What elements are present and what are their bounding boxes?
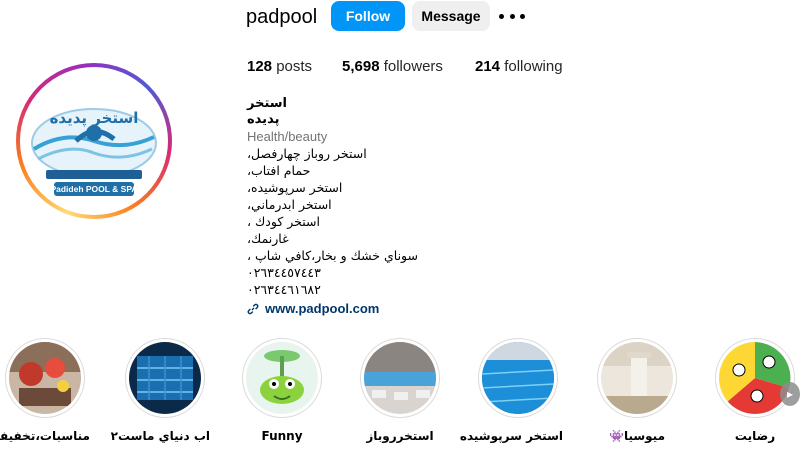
bio-phone: ٠٢٦٣٤٤٥٧٤٤٣ bbox=[247, 265, 321, 280]
bio-line: استخر كودك ، bbox=[247, 214, 320, 229]
profile-username: padpool bbox=[246, 6, 318, 28]
bio-phone: ٠٢٦٣٤٤٦١٦٨٢ bbox=[247, 282, 321, 297]
highlight-cover bbox=[9, 342, 81, 414]
highlight-item[interactable]: استخر سرپوشيده bbox=[459, 338, 563, 444]
followers-count-value: 5,698 bbox=[342, 58, 380, 75]
link-icon bbox=[247, 303, 259, 314]
more-options-icon[interactable] bbox=[499, 6, 525, 26]
highlight-label: Funny bbox=[261, 429, 303, 443]
highlight-cover bbox=[482, 342, 554, 414]
bio-line: استخر سرپوشيده، bbox=[247, 180, 343, 195]
bio-text: استخر روباز چهارفصل، حمام افتاب، استخر س… bbox=[247, 145, 587, 298]
posts-count: 128 posts bbox=[247, 58, 312, 76]
bio-line: غارنمك، bbox=[247, 231, 289, 246]
avatar-logo-text: استخر پدیده bbox=[50, 109, 139, 128]
posts-count-value: 128 bbox=[247, 58, 273, 75]
highlight-item[interactable]: مناسبات،تخفيفها bbox=[0, 338, 90, 444]
highlight-label: استخرروباز bbox=[366, 429, 434, 443]
highlight-cover bbox=[719, 342, 791, 414]
bio-line: استخر ابدرماني، bbox=[247, 197, 332, 212]
highlight-cover bbox=[364, 342, 436, 414]
highlight-cover bbox=[129, 342, 201, 414]
profile-bio: استخر پديده Health/beauty استخر روباز چه… bbox=[247, 95, 587, 316]
chevron-right-icon[interactable]: ▸ bbox=[780, 382, 800, 406]
profile-avatar[interactable]: Padideh POOL & SPA استخر پدیده bbox=[16, 63, 172, 219]
followers-count[interactable]: 5,698 followers bbox=[342, 58, 443, 76]
highlight-label: مناسبات،تخفيفها bbox=[0, 429, 90, 443]
avatar-logo: Padideh POOL & SPA استخر پدیده bbox=[24, 71, 164, 211]
bio-line: سوناي خشك و بخار،كافي شاپ ، bbox=[247, 248, 418, 263]
bio-category: Health/beauty bbox=[247, 129, 328, 144]
follow-button[interactable]: Follow bbox=[331, 1, 405, 31]
highlight-item[interactable]: استخرروباز bbox=[355, 338, 445, 444]
highlight-label: اب دنياي ماست٢ bbox=[110, 429, 210, 443]
bio-name: استخر پديده bbox=[247, 95, 288, 126]
highlight-label: استخر سرپوشيده bbox=[459, 429, 563, 443]
following-count-label: following bbox=[504, 58, 563, 75]
highlight-item[interactable]: اب دنياي ماست٢ bbox=[110, 338, 210, 444]
posts-count-label: posts bbox=[276, 58, 313, 75]
following-count[interactable]: 214 following bbox=[475, 58, 563, 76]
highlight-cover bbox=[601, 342, 673, 414]
highlight-item[interactable]: ميوسيا👾 bbox=[592, 338, 682, 444]
highlight-label: رضايت bbox=[734, 429, 776, 443]
website-link-text: www.padpool.com bbox=[265, 301, 380, 316]
highlight-cover bbox=[246, 342, 318, 414]
message-button[interactable]: Message bbox=[412, 1, 490, 31]
website-link[interactable]: www.padpool.com bbox=[247, 301, 587, 316]
avatar-banner-text: Padideh POOL & SPA bbox=[50, 184, 137, 194]
followers-count-label: followers bbox=[383, 58, 443, 75]
highlight-label: ميوسيا👾 bbox=[609, 429, 665, 443]
highlight-item[interactable]: Funny bbox=[237, 338, 327, 444]
following-count-value: 214 bbox=[475, 58, 501, 75]
bio-line: حمام افتاب، bbox=[247, 163, 311, 178]
bio-line: استخر روباز چهارفصل، bbox=[247, 146, 367, 161]
